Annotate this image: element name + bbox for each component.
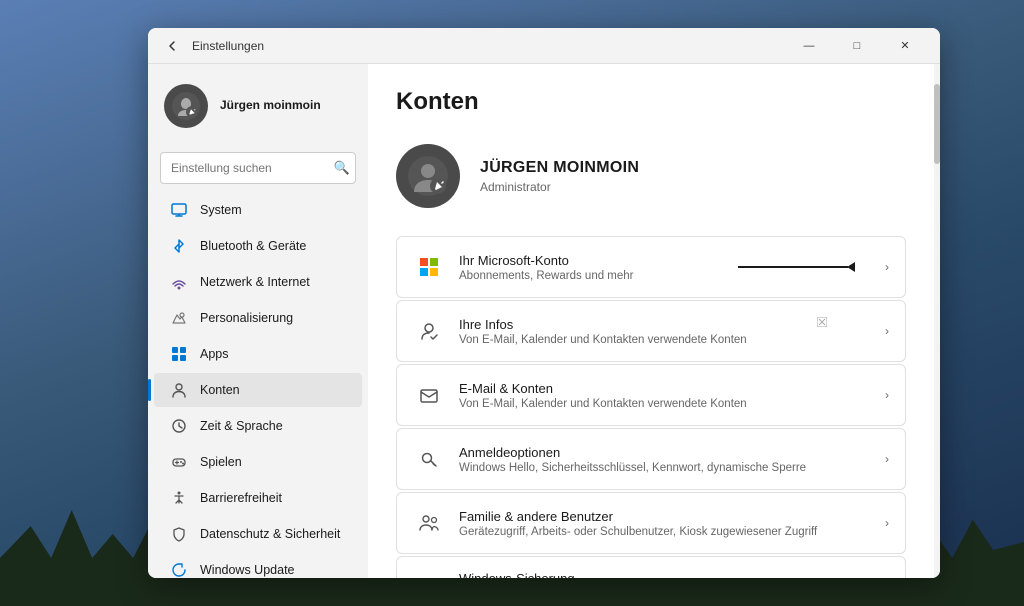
network-icon <box>170 273 188 291</box>
watermark <box>817 317 827 327</box>
menu-item-sicherung[interactable]: Windows-Sicherung Sichern Sie Ihre Datei… <box>396 556 906 578</box>
bluetooth-icon <box>170 237 188 255</box>
anmeldung-subtitle: Windows Hello, Sicherheitsschlüssel, Ken… <box>459 462 806 474</box>
familie-title: Familie & andere Benutzer <box>459 509 817 524</box>
menu-item-ihre-infos[interactable]: Ihre Infos Von E-Mail, Kalender und Kont… <box>396 300 906 362</box>
menu-item-anmeldung[interactable]: Anmeldeoptionen Windows Hello, Sicherhei… <box>396 428 906 490</box>
sidebar-label-gaming: Spielen <box>200 455 242 469</box>
chevron-right-icon-3: › <box>885 388 889 402</box>
window-controls: — □ ✕ <box>786 30 928 62</box>
profile-role: Administrator <box>480 180 639 194</box>
menu-list: Ihr Microsoft-Konto Abonnements, Rewards… <box>396 236 906 578</box>
search-icon: 🔍 <box>334 160 350 176</box>
sidebar-item-network[interactable]: Netzwerk & Internet <box>154 265 362 299</box>
profile-info: JÜRGEN MOINMOIN Administrator <box>480 159 639 194</box>
apps-icon <box>170 345 188 363</box>
sidebar: Jürgen moinmoin 🔍 System <box>148 64 368 578</box>
sidebar-item-apps[interactable]: Apps <box>154 337 362 371</box>
sidebar-label-update: Windows Update <box>200 563 295 577</box>
familie-subtitle: Gerätezugriff, Arbeits- oder Schulbenutz… <box>459 526 817 538</box>
anmeldung-text: Anmeldeoptionen Windows Hello, Sicherhei… <box>459 445 806 474</box>
sidebar-item-system[interactable]: System <box>154 193 362 227</box>
search-input[interactable] <box>160 152 356 184</box>
content-area: Jürgen moinmoin 🔍 System <box>148 64 940 578</box>
main-content: Konten JÜRGEN MOINMOIN Ad <box>368 64 934 578</box>
sidebar-label-konten: Konten <box>200 383 240 397</box>
family-icon <box>413 507 445 539</box>
sidebar-label-bluetooth: Bluetooth & Geräte <box>200 239 306 253</box>
sidebar-label-privacy: Datenschutz & Sicherheit <box>200 527 340 541</box>
user-section: Jürgen moinmoin <box>148 72 368 140</box>
close-button[interactable]: ✕ <box>882 30 928 62</box>
sidebar-item-privacy[interactable]: Datenschutz & Sicherheit <box>154 517 362 551</box>
ihre-infos-text: Ihre Infos Von E-Mail, Kalender und Kont… <box>459 317 747 346</box>
privacy-icon <box>170 525 188 543</box>
sicherung-title: Windows-Sicherung <box>459 571 885 578</box>
scrollbar-thumb[interactable] <box>934 84 940 164</box>
titlebar: Einstellungen — □ ✕ <box>148 28 940 64</box>
update-icon <box>170 561 188 578</box>
sidebar-item-update[interactable]: Windows Update <box>154 553 362 578</box>
backup-icon <box>413 576 445 579</box>
arrow-head <box>847 262 855 272</box>
system-icon <box>170 201 188 219</box>
scrollbar-track[interactable] <box>934 64 940 578</box>
key-icon <box>413 443 445 475</box>
email-subtitle: Von E-Mail, Kalender und Kontakten verwe… <box>459 398 747 410</box>
ihre-infos-subtitle: Von E-Mail, Kalender und Kontakten verwe… <box>459 334 747 346</box>
arrow-line <box>738 266 848 268</box>
menu-item-email[interactable]: E-Mail & Konten Von E-Mail, Kalender und… <box>396 364 906 426</box>
arrow-annotation-ms <box>738 262 855 272</box>
sidebar-item-personalization[interactable]: Personalisierung <box>154 301 362 335</box>
minimize-button[interactable]: — <box>786 30 832 62</box>
chevron-right-icon-4: › <box>885 452 889 466</box>
profile-avatar <box>396 144 460 208</box>
time-icon <box>170 417 188 435</box>
sidebar-label-network: Netzwerk & Internet <box>200 275 310 289</box>
sidebar-label-personalization: Personalisierung <box>200 311 293 325</box>
search-box: 🔍 <box>160 152 356 184</box>
sidebar-item-accessibility[interactable]: Barrierefreiheit <box>154 481 362 515</box>
avatar <box>164 84 208 128</box>
ms-konto-subtitle: Abonnements, Rewards und mehr <box>459 270 634 282</box>
ms-konto-title: Ihr Microsoft-Konto <box>459 253 634 268</box>
profile-name: JÜRGEN MOINMOIN <box>480 159 639 177</box>
sidebar-item-gaming[interactable]: Spielen <box>154 445 362 479</box>
konten-icon <box>170 381 188 399</box>
personalization-icon <box>170 309 188 327</box>
sidebar-label-apps: Apps <box>200 347 229 361</box>
email-title: E-Mail & Konten <box>459 381 747 396</box>
ms-konto-text: Ihr Microsoft-Konto Abonnements, Rewards… <box>459 253 634 282</box>
gaming-icon <box>170 453 188 471</box>
chevron-right-icon-2: › <box>885 324 889 338</box>
ihre-infos-title: Ihre Infos <box>459 317 747 332</box>
menu-item-ms-konto[interactable]: Ihr Microsoft-Konto Abonnements, Rewards… <box>396 236 906 298</box>
settings-window: Einstellungen — □ ✕ <box>148 28 940 578</box>
anmeldung-title: Anmeldeoptionen <box>459 445 806 460</box>
accessibility-icon <box>170 489 188 507</box>
profile-card: JÜRGEN MOINMOIN Administrator <box>396 136 906 216</box>
person-info-icon <box>413 315 445 347</box>
back-button[interactable] <box>160 34 184 58</box>
window-title: Einstellungen <box>192 39 264 53</box>
sidebar-label-accessibility: Barrierefreiheit <box>200 491 282 505</box>
sidebar-item-bluetooth[interactable]: Bluetooth & Geräte <box>154 229 362 263</box>
page-title: Konten <box>396 88 906 116</box>
user-name-label: Jürgen moinmoin <box>220 98 321 114</box>
sidebar-label-time: Zeit & Sprache <box>200 419 283 433</box>
chevron-right-icon: › <box>885 260 889 274</box>
sidebar-item-konten[interactable]: Konten <box>154 373 362 407</box>
sidebar-item-time[interactable]: Zeit & Sprache <box>154 409 362 443</box>
familie-text: Familie & andere Benutzer Gerätezugriff,… <box>459 509 817 538</box>
email-text: E-Mail & Konten Von E-Mail, Kalender und… <box>459 381 747 410</box>
ms-grid-icon <box>413 251 445 283</box>
sicherung-text: Windows-Sicherung Sichern Sie Ihre Datei… <box>459 571 885 578</box>
chevron-right-icon-5: › <box>885 516 889 530</box>
sidebar-label-system: System <box>200 203 242 217</box>
email-icon <box>413 379 445 411</box>
maximize-button[interactable]: □ <box>834 30 880 62</box>
menu-item-familie[interactable]: Familie & andere Benutzer Gerätezugriff,… <box>396 492 906 554</box>
